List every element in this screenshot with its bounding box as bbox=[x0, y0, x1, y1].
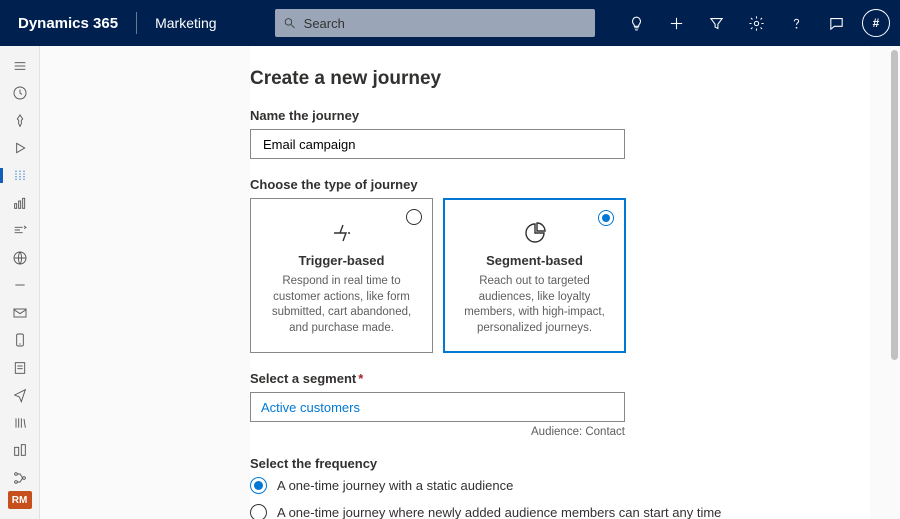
bolt-icon bbox=[265, 219, 418, 247]
segment-lookup[interactable]: Active customers bbox=[250, 392, 625, 422]
radio-trigger[interactable] bbox=[406, 209, 422, 225]
card-trigger-title: Trigger-based bbox=[265, 253, 418, 268]
name-label: Name the journey bbox=[250, 108, 868, 123]
pie-icon bbox=[458, 219, 611, 247]
card-segment-based[interactable]: Segment-based Reach out to targeted audi… bbox=[443, 198, 626, 353]
send-icon[interactable] bbox=[0, 381, 40, 408]
top-bar: Dynamics 365 Marketing # bbox=[0, 0, 900, 46]
type-label: Choose the type of journey bbox=[250, 177, 868, 192]
play-icon[interactable] bbox=[0, 134, 40, 161]
gear-icon[interactable] bbox=[738, 0, 774, 46]
radio-segment[interactable] bbox=[598, 210, 614, 226]
main-content: Create a new journey Name the journey Ch… bbox=[40, 46, 900, 519]
card-segment-desc: Reach out to targeted audiences, like lo… bbox=[458, 274, 611, 336]
freq-option-onetime-dynamic[interactable]: A one-time journey where newly added aud… bbox=[250, 504, 868, 519]
audience-note: Audience: Contact bbox=[250, 426, 625, 438]
left-nav-rail: RM bbox=[0, 46, 40, 519]
card-trigger-based[interactable]: Trigger-based Respond in real time to cu… bbox=[250, 198, 433, 353]
mobile-icon[interactable] bbox=[0, 327, 40, 354]
triggers-icon[interactable] bbox=[0, 217, 40, 244]
search-icon bbox=[283, 16, 296, 30]
app-name[interactable]: Marketing bbox=[137, 15, 234, 31]
freq-opt2-label: A one-time journey where newly added aud… bbox=[277, 505, 721, 519]
journeys-icon[interactable] bbox=[0, 162, 40, 189]
forms-icon[interactable] bbox=[0, 354, 40, 381]
radio-icon bbox=[250, 477, 267, 494]
user-avatar[interactable]: # bbox=[862, 9, 890, 37]
frequency-label: Select the frequency bbox=[250, 456, 868, 471]
hamburger-icon[interactable] bbox=[0, 52, 40, 79]
pin-icon[interactable] bbox=[0, 107, 40, 134]
connections-icon[interactable] bbox=[0, 464, 40, 491]
lightbulb-icon[interactable] bbox=[618, 0, 654, 46]
segment-label: Select a segment* bbox=[250, 371, 868, 386]
freq-option-onetime-static[interactable]: A one-time journey with a static audienc… bbox=[250, 477, 868, 494]
card-trigger-desc: Respond in real time to customer actions… bbox=[265, 274, 418, 336]
divider-icon bbox=[0, 272, 40, 299]
email-icon[interactable] bbox=[0, 299, 40, 326]
freq-opt1-label: A one-time journey with a static audienc… bbox=[277, 478, 513, 493]
library-icon[interactable] bbox=[0, 409, 40, 436]
search-input[interactable] bbox=[302, 15, 587, 32]
global-search[interactable] bbox=[275, 9, 595, 37]
radio-icon bbox=[250, 504, 267, 519]
filter-icon[interactable] bbox=[698, 0, 734, 46]
help-icon[interactable] bbox=[778, 0, 814, 46]
analytics-icon[interactable] bbox=[0, 189, 40, 216]
chat-icon[interactable] bbox=[818, 0, 854, 46]
journey-name-input[interactable] bbox=[250, 129, 625, 159]
globe-icon[interactable] bbox=[0, 244, 40, 271]
journey-name-field[interactable] bbox=[261, 136, 614, 153]
org-icon[interactable] bbox=[0, 436, 40, 463]
area-switcher-badge[interactable]: RM bbox=[8, 491, 32, 509]
scrollbar[interactable] bbox=[891, 50, 898, 360]
card-segment-title: Segment-based bbox=[458, 253, 611, 268]
plus-icon[interactable] bbox=[658, 0, 694, 46]
page-title: Create a new journey bbox=[250, 68, 868, 90]
brand-name[interactable]: Dynamics 365 bbox=[0, 0, 136, 46]
recent-icon[interactable] bbox=[0, 79, 40, 106]
